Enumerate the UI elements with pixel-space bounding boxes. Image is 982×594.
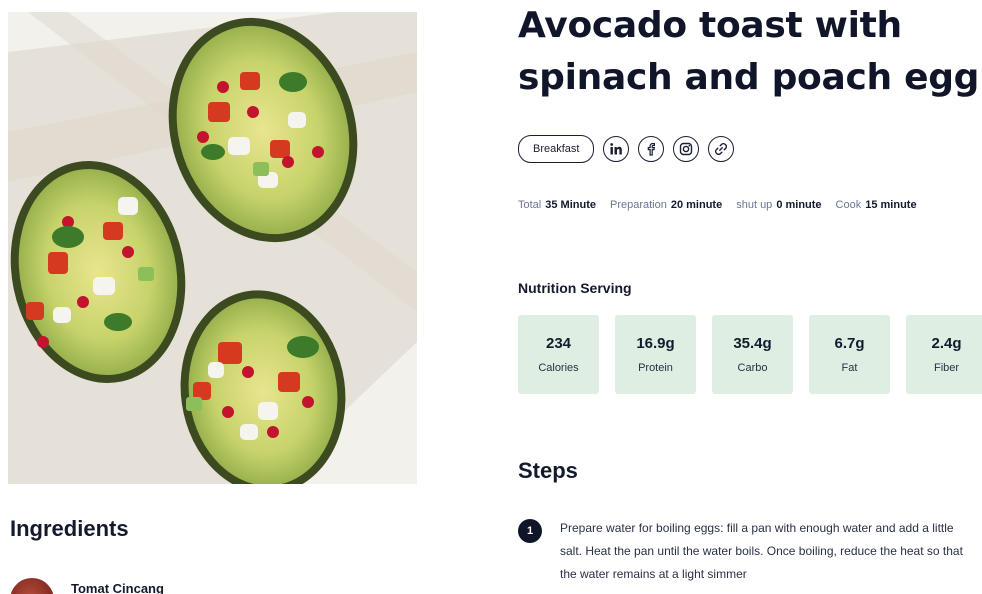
- ingredient-thumbnail: [10, 578, 54, 594]
- share-instagram-button[interactable]: [673, 136, 700, 162]
- nutrition-value: 35.4g: [733, 335, 772, 352]
- time-value: 15 minute: [865, 199, 917, 211]
- nutrition-card-carbo: 35.4g Carbo: [712, 315, 793, 394]
- recipe-page: Avocado toast with spinach and poach egg…: [0, 0, 982, 594]
- ingredient-item: Tomat Cincang: [10, 578, 420, 594]
- time-label: Total: [518, 199, 542, 211]
- step-number: 1: [518, 519, 542, 543]
- linkedin-icon: [610, 143, 623, 155]
- nutrition-value: 234: [545, 335, 572, 352]
- recipe-title: Avocado toast with spinach and poach egg: [518, 5, 980, 98]
- nutrition-title: Nutrition Serving: [518, 280, 632, 296]
- instagram-icon: [680, 142, 693, 156]
- nutrition-card-calories: 234 Calories: [518, 315, 599, 394]
- share-facebook-button[interactable]: [638, 136, 665, 162]
- nutrition-value: 16.9g: [636, 335, 675, 352]
- nutrition-card-fiber: 2.4g Fiber: [906, 315, 982, 394]
- nutrition-label: Carbo: [737, 362, 768, 374]
- ingredient-name: Tomat Cincang: [71, 581, 164, 594]
- nutrition-value: 2.4g: [931, 335, 962, 352]
- step-text: Prepare water for boiling eggs: fill a p…: [560, 521, 963, 581]
- ingredients-title: Ingredients: [10, 516, 129, 541]
- time-label: Cook: [835, 199, 862, 211]
- time-preparation: Preparation 20 minute: [610, 199, 722, 211]
- nutrition-cards: 234 Calories 16.9g Protein 35.4g Carbo 6…: [518, 315, 982, 394]
- recipe-times: Total 35 Minute Preparation 20 minute shut…: [518, 199, 917, 211]
- time-shut-up: shut up 0 minute: [736, 199, 821, 211]
- recipe-hero-image: [8, 12, 417, 484]
- nutrition-label: Fiber: [933, 362, 960, 374]
- nutrition-card-fat: 6.7g Fat: [809, 315, 890, 394]
- time-label: shut up: [736, 199, 773, 211]
- link-icon: [715, 142, 728, 156]
- steps-title: Steps: [518, 458, 578, 483]
- nutrition-label: Protein: [638, 362, 673, 374]
- nutrition-label: Calories: [538, 362, 579, 374]
- category-tag[interactable]: Breakfast: [518, 135, 595, 163]
- nutrition-card-protein: 16.9g Protein: [615, 315, 696, 394]
- step-item: 1 Prepare water for boiling eggs: fill a…: [518, 519, 978, 586]
- copy-link-button[interactable]: [708, 136, 735, 162]
- nutrition-value: 6.7g: [834, 335, 865, 352]
- nutrition-label: Fat: [841, 362, 858, 374]
- time-value: 0 minute: [776, 199, 822, 211]
- time-value: 35 Minute: [545, 199, 596, 211]
- recipe-tags: Breakfast: [518, 135, 735, 163]
- time-cook: Cook 15 minute: [836, 199, 917, 211]
- time-value: 20 minute: [670, 199, 723, 211]
- time-label: Preparation: [609, 199, 667, 211]
- share-linkedin-button[interactable]: [603, 136, 630, 162]
- facebook-icon: [648, 142, 656, 156]
- time-total: Total 35 Minute: [518, 199, 596, 211]
